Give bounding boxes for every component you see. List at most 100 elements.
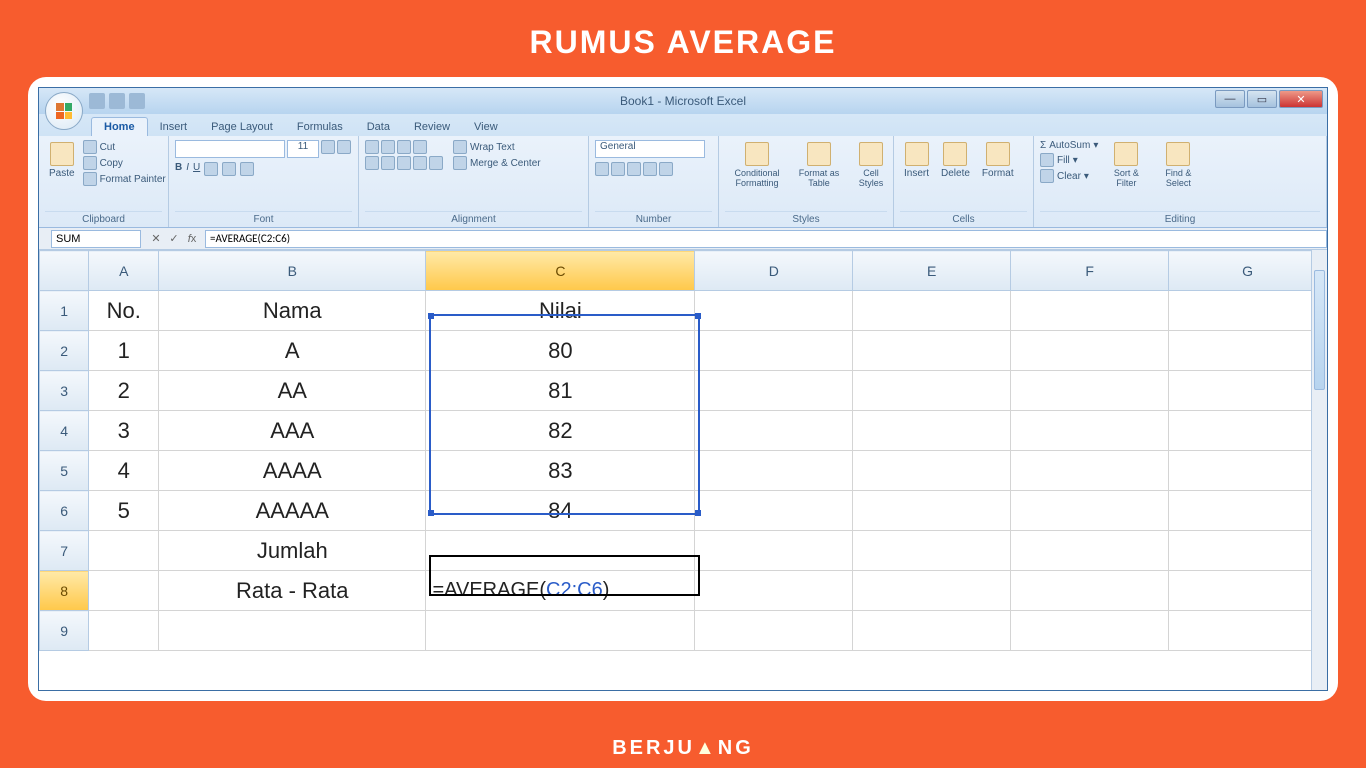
cell-b6[interactable]: AAAAA xyxy=(159,491,426,531)
cell[interactable] xyxy=(695,571,853,611)
cell-a2[interactable]: 1 xyxy=(89,331,159,371)
cell[interactable] xyxy=(89,611,159,651)
cell-b4[interactable]: AAA xyxy=(159,411,426,451)
align-bottom-icon[interactable] xyxy=(397,140,411,154)
cell[interactable] xyxy=(1011,571,1169,611)
conditional-formatting-button[interactable]: Conditional Formatting xyxy=(725,140,789,190)
inc-decimal-icon[interactable] xyxy=(643,162,657,176)
italic-button[interactable]: I xyxy=(186,162,189,176)
office-button[interactable] xyxy=(45,92,83,130)
cell-b1[interactable]: Nama xyxy=(159,291,426,331)
cell[interactable] xyxy=(1169,531,1327,571)
tab-formulas[interactable]: Formulas xyxy=(285,118,355,136)
cell[interactable] xyxy=(1011,451,1169,491)
cell[interactable] xyxy=(1169,611,1327,651)
bold-button[interactable]: B xyxy=(175,162,182,176)
cell-a5[interactable]: 4 xyxy=(89,451,159,491)
row-header-5[interactable]: 5 xyxy=(40,451,89,491)
cell[interactable] xyxy=(1169,491,1327,531)
col-header-e[interactable]: E xyxy=(853,251,1011,291)
cell-f1[interactable] xyxy=(1011,291,1169,331)
cell-c5[interactable]: 83 xyxy=(426,451,695,491)
wrap-text-button[interactable]: Wrap Text xyxy=(453,140,541,154)
cell-c6[interactable]: 84 xyxy=(426,491,695,531)
align-center-icon[interactable] xyxy=(381,156,395,170)
tab-view[interactable]: View xyxy=(462,118,510,136)
cell[interactable] xyxy=(1011,611,1169,651)
tab-home[interactable]: Home xyxy=(91,117,148,136)
row-header-6[interactable]: 6 xyxy=(40,491,89,531)
paste-button[interactable]: Paste xyxy=(45,140,79,181)
cell-d1[interactable] xyxy=(695,291,853,331)
autosum-button[interactable]: Σ AutoSum ▾ xyxy=(1040,140,1098,151)
row-header-2[interactable]: 2 xyxy=(40,331,89,371)
col-header-b[interactable]: B xyxy=(159,251,426,291)
align-middle-icon[interactable] xyxy=(381,140,395,154)
sort-filter-button[interactable]: Sort & Filter xyxy=(1102,140,1150,190)
cell[interactable] xyxy=(695,331,853,371)
cell[interactable] xyxy=(1011,491,1169,531)
cell[interactable] xyxy=(853,491,1011,531)
cell[interactable] xyxy=(695,531,853,571)
tab-insert[interactable]: Insert xyxy=(148,118,200,136)
comma-icon[interactable] xyxy=(627,162,641,176)
cell[interactable] xyxy=(853,571,1011,611)
col-header-g[interactable]: G xyxy=(1169,251,1327,291)
cell[interactable] xyxy=(1011,331,1169,371)
cell[interactable] xyxy=(1011,411,1169,451)
vertical-scrollbar[interactable] xyxy=(1311,250,1327,690)
tab-page-layout[interactable]: Page Layout xyxy=(199,118,285,136)
fill-color-icon[interactable] xyxy=(222,162,236,176)
cell-c2[interactable]: 80 xyxy=(426,331,695,371)
cell[interactable] xyxy=(1169,571,1327,611)
cell-b7[interactable]: Jumlah xyxy=(159,531,426,571)
cell-c7[interactable] xyxy=(426,531,695,571)
cell-a6[interactable]: 5 xyxy=(89,491,159,531)
cut-button[interactable]: Cut xyxy=(83,140,166,154)
cell[interactable] xyxy=(1011,371,1169,411)
col-header-c[interactable]: C xyxy=(426,251,695,291)
cell[interactable] xyxy=(695,491,853,531)
cell-a8[interactable] xyxy=(89,571,159,611)
maximize-button[interactable]: ▭ xyxy=(1247,90,1277,108)
cell[interactable] xyxy=(853,331,1011,371)
cell-c4[interactable]: 82 xyxy=(426,411,695,451)
insert-cells-button[interactable]: Insert xyxy=(900,140,933,181)
cell-a1[interactable]: No. xyxy=(89,291,159,331)
format-painter-button[interactable]: Format Painter xyxy=(83,172,166,186)
fill-button[interactable]: Fill ▾ xyxy=(1040,153,1098,167)
name-box[interactable]: SUM xyxy=(51,230,141,248)
font-name-select[interactable] xyxy=(175,140,285,158)
format-cells-button[interactable]: Format xyxy=(978,140,1018,181)
cell-a3[interactable]: 2 xyxy=(89,371,159,411)
col-header-f[interactable]: F xyxy=(1011,251,1169,291)
find-select-button[interactable]: Find & Select xyxy=(1154,140,1202,190)
formula-bar[interactable]: =AVERAGE(C2:C6) xyxy=(205,230,1327,248)
border-icon[interactable] xyxy=(204,162,218,176)
cell[interactable] xyxy=(853,531,1011,571)
spreadsheet-grid[interactable]: A B C D E F G 1 No. Nama Nilai 2 1 A 80 … xyxy=(39,250,1327,651)
row-header-9[interactable]: 9 xyxy=(40,611,89,651)
cell-b2[interactable]: A xyxy=(159,331,426,371)
cell-g1[interactable] xyxy=(1169,291,1327,331)
align-top-icon[interactable] xyxy=(365,140,379,154)
row-header-8[interactable]: 8 xyxy=(40,571,89,611)
align-right-icon[interactable] xyxy=(397,156,411,170)
clear-button[interactable]: Clear ▾ xyxy=(1040,169,1098,183)
indent-inc-icon[interactable] xyxy=(429,156,443,170)
cell[interactable] xyxy=(853,371,1011,411)
cell[interactable] xyxy=(1169,371,1327,411)
cancel-formula-icon[interactable]: ✕ xyxy=(149,232,163,245)
grow-font-icon[interactable] xyxy=(321,140,335,154)
row-header-4[interactable]: 4 xyxy=(40,411,89,451)
cell[interactable] xyxy=(1169,331,1327,371)
indent-dec-icon[interactable] xyxy=(413,156,427,170)
currency-icon[interactable] xyxy=(595,162,609,176)
cell[interactable] xyxy=(1169,451,1327,491)
worksheet-area[interactable]: A B C D E F G 1 No. Nama Nilai 2 1 A 80 … xyxy=(39,250,1327,690)
row-header-1[interactable]: 1 xyxy=(40,291,89,331)
underline-button[interactable]: U xyxy=(193,162,200,176)
col-header-a[interactable]: A xyxy=(89,251,159,291)
shrink-font-icon[interactable] xyxy=(337,140,351,154)
cell[interactable] xyxy=(159,611,426,651)
